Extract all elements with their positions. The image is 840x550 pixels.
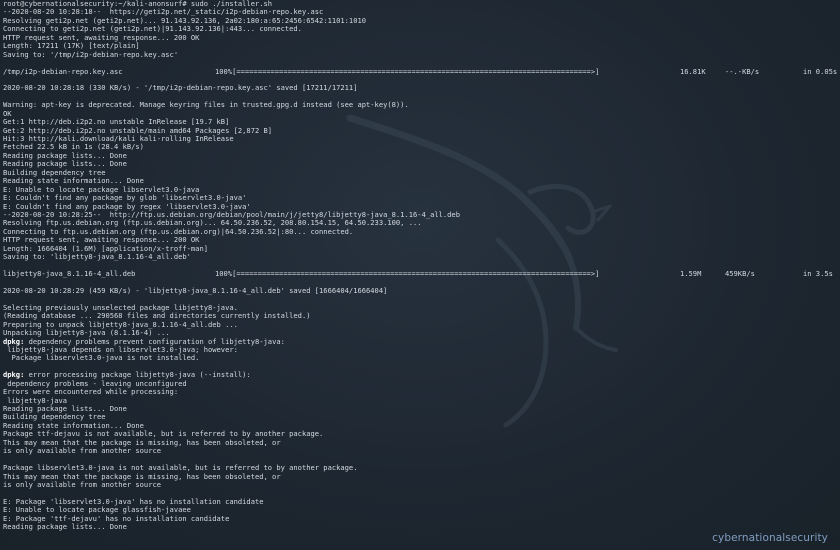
terminal-line: is only available from another source bbox=[3, 447, 162, 456]
terminal-line: Selecting previously unselected package … bbox=[3, 303, 238, 312]
download-rate: 459KB/s bbox=[725, 269, 755, 278]
terminal-line: --2020-08-20 10:28:18-- https://geti2p.n… bbox=[3, 8, 324, 17]
terminal-line: Saving to: 'libjetty8-java_8.1.16-4_all.… bbox=[3, 253, 191, 262]
download-rate: --.-KB/s bbox=[725, 66, 760, 76]
terminal-line-text: dependency problems prevent configuratio… bbox=[24, 337, 285, 346]
terminal-line: dependency problems - leaving unconfigur… bbox=[3, 379, 187, 388]
terminal-line: Reading package lists... Done bbox=[3, 160, 127, 169]
terminal-window[interactable]: root@cybernationalsecurity:~/kali-anonsu… bbox=[0, 0, 840, 550]
terminal-line: 2020-08-20 10:28:29 (459 KB/s) - 'libjet… bbox=[3, 286, 388, 295]
terminal-line: E: Unable to locate package glassfish-ja… bbox=[3, 506, 191, 515]
download-progress-line: /tmp/i2p-debian-repo.key.asc 100%[=======… bbox=[3, 66, 840, 76]
terminal-line: This may mean that the package is missin… bbox=[3, 472, 281, 481]
terminal-line: (Reading database ... 290568 files and d… bbox=[3, 312, 311, 321]
terminal-line: Saving to: '/tmp/i2p-debian-repo.key.asc… bbox=[3, 50, 179, 59]
terminal-line: E: Package 'libservlet3.0-java' has no i… bbox=[3, 497, 264, 506]
terminal-line: Reading package lists... Done bbox=[3, 151, 127, 160]
terminal-line: E: Package 'ttf-dejavu' has no installat… bbox=[3, 514, 230, 523]
terminal-line: Reading state information... Done bbox=[3, 421, 144, 430]
watermark-brand: cybernationalsecurity bbox=[712, 532, 828, 544]
terminal-line: Building dependency tree bbox=[3, 413, 106, 422]
download-size: 16.81K bbox=[680, 66, 706, 76]
terminal-line: Building dependency tree bbox=[3, 168, 106, 177]
terminal-line: Hit:3 http://kali.download/kali kali-rol… bbox=[3, 135, 234, 143]
terminal-line: Connecting to geti2p.net (geti2p.net)|91… bbox=[3, 25, 302, 34]
download-size: 1.59M bbox=[680, 269, 702, 278]
download-time: in 0.05s bbox=[803, 66, 838, 76]
terminal-line: Errors were encountered while processing… bbox=[3, 388, 179, 397]
terminal-line: E: Unable to locate package libservlet3.… bbox=[3, 185, 200, 194]
terminal-line: is only available from another source bbox=[3, 480, 162, 489]
terminal-line: Reading package lists... Done bbox=[3, 523, 127, 532]
download-progress-bar: 100%[===================================… bbox=[215, 269, 600, 278]
terminal-line: Unpacking libjetty8-java (8.1.16-4) ... bbox=[3, 329, 170, 338]
download-time: in 3.5s bbox=[803, 269, 833, 278]
terminal-line: Warning: apt-key is deprecated. Manage k… bbox=[3, 101, 409, 110]
terminal-line: dpkg: dependency problems prevent config… bbox=[3, 338, 840, 346]
terminal-line: Get:1 http://deb.i2p2.no unstable InRele… bbox=[3, 118, 230, 127]
download-progress-line: libjetty8-java_8.1.16-4_all.deb 100%[====… bbox=[3, 269, 840, 278]
download-filename: libjetty8-java_8.1.16-4_all.deb bbox=[3, 269, 136, 278]
terminal-line: Length: 1666404 (1.6M) [application/x-tr… bbox=[3, 244, 208, 253]
terminal-line: Reading package lists... Done bbox=[3, 405, 127, 413]
terminal-line: Preparing to unpack libjetty8-java_8.1.1… bbox=[3, 320, 238, 329]
terminal-line: OK bbox=[3, 109, 12, 118]
download-progress-bar: 100%[===================================… bbox=[215, 66, 600, 76]
terminal-line: Package libservlet3.0-java is not instal… bbox=[3, 354, 200, 363]
terminal-line: HTTP request sent, awaiting response... … bbox=[3, 33, 200, 42]
terminal-line: Fetched 22.5 kB in 1s (28.4 kB/s) bbox=[3, 143, 144, 152]
terminal-line: Reading state information... Done bbox=[3, 177, 144, 186]
terminal-line: Get:2 http://deb.i2p2.no unstable/main a… bbox=[3, 126, 273, 135]
terminal-line: Length: 17211 (17K) [text/plain] bbox=[3, 42, 140, 51]
terminal-line: This may mean that the package is missin… bbox=[3, 438, 281, 447]
terminal-line: HTTP request sent, awaiting response... … bbox=[3, 236, 200, 245]
terminal-output: root@cybernationalsecurity:~/kali-anonsu… bbox=[0, 0, 840, 532]
terminal-line: dpkg: error processing package libjetty8… bbox=[3, 371, 840, 379]
terminal-line: 2020-08-20 10:28:18 (330 KB/s) - '/tmp/i… bbox=[3, 84, 358, 93]
dpkg-label: dpkg: bbox=[3, 371, 25, 380]
terminal-line: root@cybernationalsecurity:~/kali-anonsu… bbox=[3, 0, 273, 8]
terminal-line: Package libservlet3.0-java is not availa… bbox=[3, 464, 358, 473]
terminal-line: Resolving ftp.us.debian.org (ftp.us.debi… bbox=[3, 219, 422, 228]
terminal-line: E: Couldn't find any package by regex 'l… bbox=[3, 202, 251, 211]
terminal-line-text: error processing package libjetty8-java … bbox=[24, 371, 251, 380]
terminal-line: E: Couldn't find any package by glob 'li… bbox=[3, 194, 247, 203]
terminal-line: --2020-08-20 10:28:25-- http://ftp.us.de… bbox=[3, 210, 460, 219]
terminal-line: Package ttf-dejavu is not available, but… bbox=[3, 430, 324, 439]
dpkg-label: dpkg: bbox=[3, 337, 25, 346]
terminal-line: libjetty8-java depends on libservlet3.0-… bbox=[3, 345, 238, 354]
terminal-line: libjetty8-java bbox=[3, 396, 68, 405]
download-filename: /tmp/i2p-debian-repo.key.asc bbox=[3, 66, 123, 76]
terminal-line: Connecting to ftp.us.debian.org (ftp.us.… bbox=[3, 227, 354, 236]
terminal-line: Resolving geti2p.net (geti2p.net)... 91.… bbox=[3, 16, 367, 25]
